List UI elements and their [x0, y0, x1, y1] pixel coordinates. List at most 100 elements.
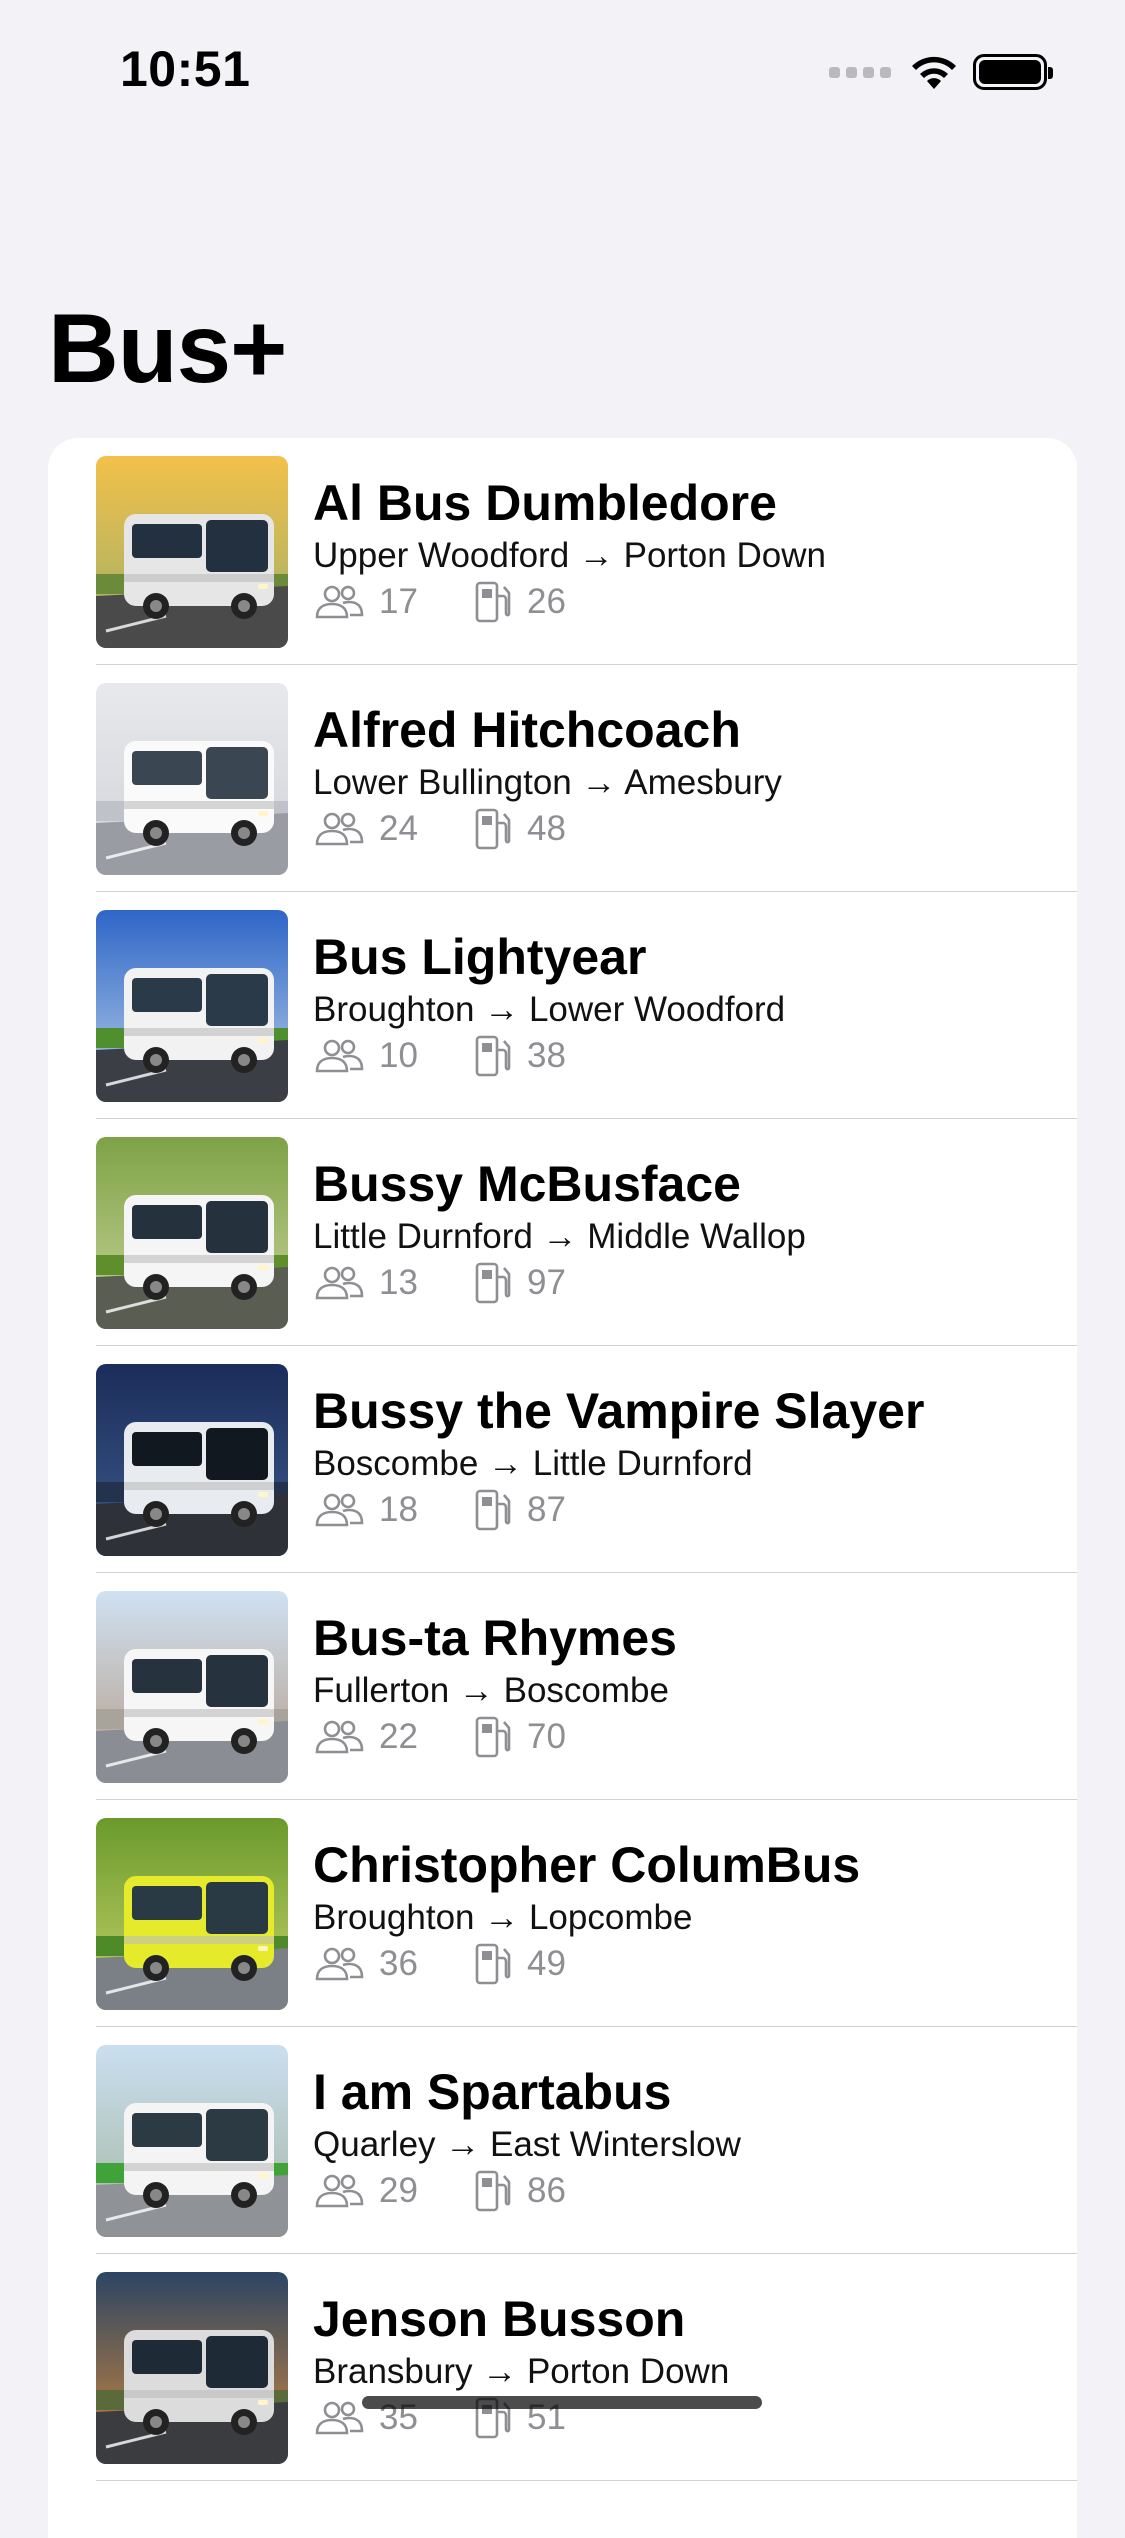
- bus-row[interactable]: Al Bus Dumbledore Upper Woodford → Porto…: [48, 438, 1077, 665]
- battery-icon: [973, 54, 1053, 90]
- fuel-level: 48: [527, 809, 566, 848]
- seats-stat: 24: [313, 809, 473, 849]
- fuel-stat: 87: [473, 1488, 566, 1532]
- fuel-pump-icon: [473, 2169, 513, 2213]
- bus-name: Alfred Hitchcoach: [313, 702, 741, 758]
- seats-stat: 13: [313, 1263, 473, 1303]
- bus-photo: [96, 683, 288, 875]
- fuel-stat: 70: [473, 1715, 566, 1759]
- people-icon: [313, 1265, 365, 1301]
- row-separator: [96, 2479, 1077, 2481]
- fuel-stat: 48: [473, 807, 566, 851]
- bus-row[interactable]: Bus Lightyear Broughton → Lower Woodford…: [48, 892, 1077, 1119]
- bus-info: Bus-ta Rhymes Fullerton → Boscombe 22 70: [313, 1609, 1057, 1759]
- seats-stat: 18: [313, 1490, 473, 1530]
- fuel-pump-icon: [473, 1715, 513, 1759]
- seats-count: 18: [379, 1490, 418, 1529]
- seats-stat: 17: [313, 582, 473, 622]
- bus-name: Bussy McBusface: [313, 1156, 741, 1212]
- bus-info: Christopher ColumBus Broughton → Lopcomb…: [313, 1836, 1057, 1986]
- status-icons: [829, 48, 1053, 96]
- bus-name: Christopher ColumBus: [313, 1837, 861, 1893]
- bus-info: I am Spartabus Quarley → East Winterslow…: [313, 2063, 1057, 2213]
- bus-route: Lower Bullington → Amesbury: [313, 763, 782, 802]
- bus-stats: 17 26: [313, 580, 1057, 624]
- people-icon: [313, 1946, 365, 1982]
- wifi-icon: [912, 56, 956, 89]
- fuel-pump-icon: [473, 580, 513, 624]
- bus-photo: [96, 2045, 288, 2237]
- bus-photo: [96, 2272, 288, 2464]
- seats-count: 17: [379, 582, 418, 621]
- bus-row[interactable]: Bus-ta Rhymes Fullerton → Boscombe 22 70: [48, 1573, 1077, 1800]
- bus-route: Little Durnford → Middle Wallop: [313, 1217, 806, 1256]
- bus-stats: 29 86: [313, 2169, 1057, 2213]
- seats-count: 22: [379, 1717, 418, 1756]
- fuel-pump-icon: [473, 1488, 513, 1532]
- fuel-level: 38: [527, 1036, 566, 1075]
- cellular-signal-icon: [829, 66, 891, 78]
- bus-route: Boscombe → Little Durnford: [313, 1444, 753, 1483]
- fuel-level: 87: [527, 1490, 566, 1529]
- bus-stats: 18 87: [313, 1488, 1057, 1532]
- people-icon: [313, 1492, 365, 1528]
- bus-row[interactable]: Bussy the Vampire Slayer Boscombe → Litt…: [48, 1346, 1077, 1573]
- seats-count: 10: [379, 1036, 418, 1075]
- bus-info: Al Bus Dumbledore Upper Woodford → Porto…: [313, 474, 1057, 624]
- bus-stats: 24 48: [313, 807, 1057, 851]
- fuel-stat: 38: [473, 1034, 566, 1078]
- people-icon: [313, 584, 365, 620]
- seats-count: 29: [379, 2171, 418, 2210]
- bus-info: Bussy McBusface Little Durnford → Middle…: [313, 1155, 1057, 1305]
- seats-count: 24: [379, 809, 418, 848]
- bus-route: Broughton → Lower Woodford: [313, 990, 786, 1029]
- home-indicator[interactable]: [362, 2396, 762, 2409]
- fuel-stat: 26: [473, 580, 566, 624]
- bus-stats: 22 70: [313, 1715, 1057, 1759]
- bus-name: Bus Lightyear: [313, 929, 647, 985]
- people-icon: [313, 811, 365, 847]
- bus-photo: [96, 456, 288, 648]
- bus-stats: 10 38: [313, 1034, 1057, 1078]
- fuel-level: 26: [527, 582, 566, 621]
- bus-row[interactable]: Alfred Hitchcoach Lower Bullington → Ame…: [48, 665, 1077, 892]
- bus-route: Broughton → Lopcombe: [313, 1898, 693, 1937]
- bus-photo: [96, 1137, 288, 1329]
- bus-name: I am Spartabus: [313, 2064, 672, 2120]
- seats-stat: 36: [313, 1944, 473, 1984]
- bus-name: Jenson Busson: [313, 2291, 686, 2347]
- seats-count: 36: [379, 1944, 418, 1983]
- fuel-pump-icon: [473, 1942, 513, 1986]
- bus-row[interactable]: Jenson Busson Bransbury → Porton Down 35…: [48, 2254, 1077, 2481]
- bus-row[interactable]: I am Spartabus Quarley → East Winterslow…: [48, 2027, 1077, 2254]
- bus-route: Quarley → East Winterslow: [313, 2125, 741, 2164]
- fuel-stat: 49: [473, 1942, 566, 1986]
- bus-name: Bussy the Vampire Slayer: [313, 1383, 925, 1439]
- people-icon: [313, 2400, 365, 2436]
- fuel-level: 97: [527, 1263, 566, 1302]
- bus-stats: 36 49: [313, 1942, 1057, 1986]
- seats-stat: 10: [313, 1036, 473, 1076]
- seats-stat: 22: [313, 1717, 473, 1757]
- fuel-pump-icon: [473, 807, 513, 851]
- bus-route: Upper Woodford → Porton Down: [313, 536, 826, 575]
- seats-stat: 29: [313, 2171, 473, 2211]
- status-time: 10:51: [120, 41, 251, 97]
- bus-row[interactable]: Christopher ColumBus Broughton → Lopcomb…: [48, 1800, 1077, 2027]
- seats-count: 13: [379, 1263, 418, 1302]
- bus-stats: 13 97: [313, 1261, 1057, 1305]
- bus-row[interactable]: Bussy McBusface Little Durnford → Middle…: [48, 1119, 1077, 1346]
- fuel-pump-icon: [473, 1261, 513, 1305]
- bus-info: Bus Lightyear Broughton → Lower Woodford…: [313, 928, 1057, 1078]
- status-bar: 10:51: [0, 0, 1125, 140]
- bus-route: Bransbury → Porton Down: [313, 2352, 730, 2391]
- fuel-stat: 86: [473, 2169, 566, 2213]
- fuel-level: 49: [527, 1944, 566, 1983]
- bus-list: Al Bus Dumbledore Upper Woodford → Porto…: [48, 438, 1077, 2538]
- people-icon: [313, 1038, 365, 1074]
- fuel-stat: 97: [473, 1261, 566, 1305]
- bus-photo: [96, 1591, 288, 1783]
- bus-route: Fullerton → Boscombe: [313, 1671, 669, 1710]
- bus-photo: [96, 1818, 288, 2010]
- bus-info: Jenson Busson Bransbury → Porton Down 35…: [313, 2290, 1057, 2440]
